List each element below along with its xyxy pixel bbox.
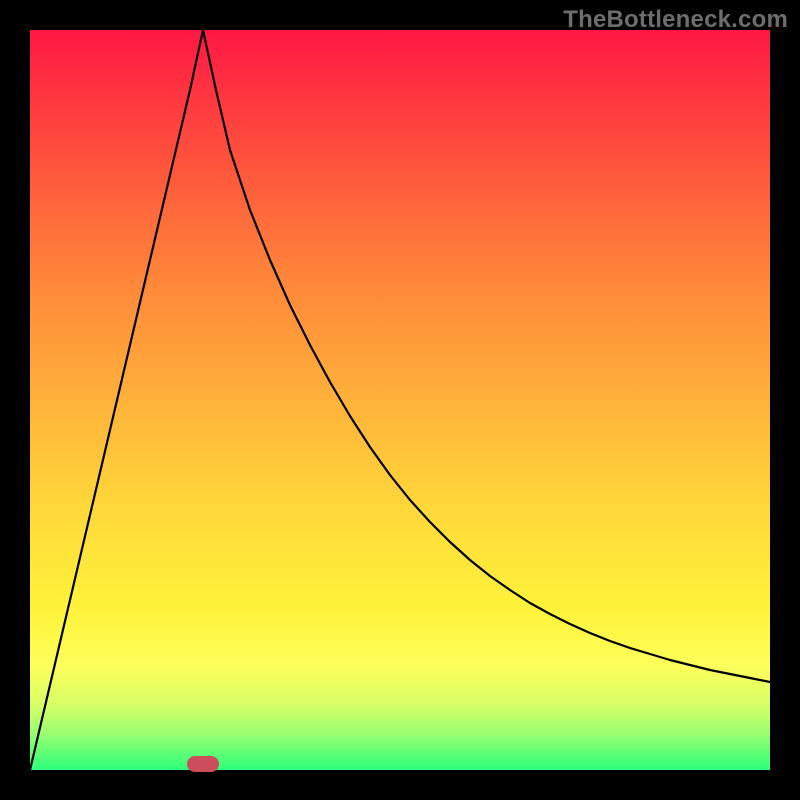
optimum-marker [187,756,219,772]
watermark-text: TheBottleneck.com [563,6,788,34]
bottleneck-curve [30,30,770,770]
chart-stage: TheBottleneck.com [0,0,800,800]
plot-area [30,30,770,770]
